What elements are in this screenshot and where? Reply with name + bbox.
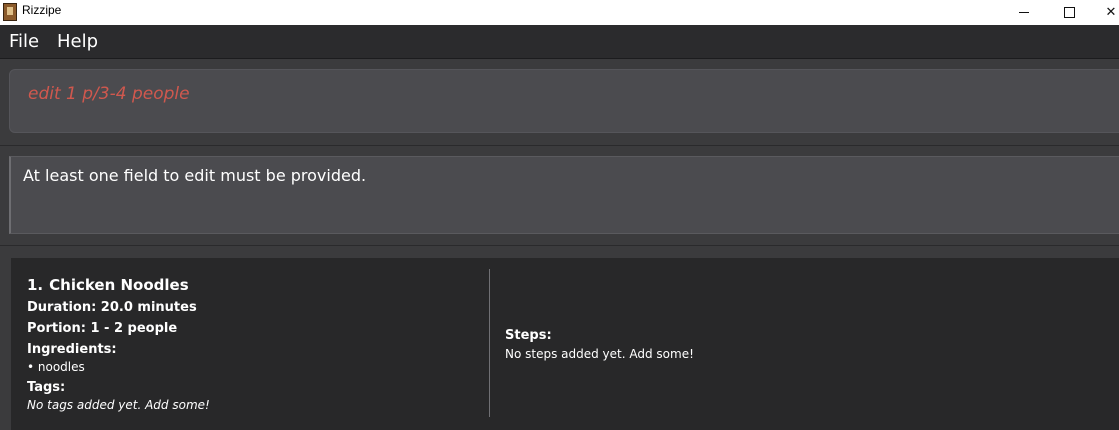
recipe-portion: Portion: 1 - 2 people (27, 321, 178, 336)
minimize-button[interactable] (1002, 0, 1046, 25)
recipe-index: 1. (27, 276, 44, 294)
menu-bar: File Help (0, 25, 1119, 59)
window-title: Rizzipe (22, 3, 62, 17)
recipe-card[interactable]: 1. Chicken Noodles Duration: 20.0 minutes… (11, 258, 1119, 430)
tags-empty-message: No tags added yet. Add some! (27, 398, 210, 412)
menu-file[interactable]: File (9, 31, 39, 52)
window-title-bar: Rizzipe ✕ (0, 0, 1119, 25)
recipe-details: 1. Chicken Noodles Duration: 20.0 minutes… (27, 276, 210, 412)
result-pane: At least one field to edit must be provi… (0, 146, 1119, 246)
minimize-icon (1019, 12, 1029, 13)
menu-help[interactable]: Help (57, 31, 98, 52)
recipe-duration: Duration: 20.0 minutes (27, 300, 197, 315)
command-input-text[interactable]: edit 1 p/3-4 people (28, 84, 190, 104)
close-icon: ✕ (1105, 5, 1117, 20)
steps-empty-message: No steps added yet. Add some! (505, 347, 694, 361)
steps-label: Steps: (505, 328, 552, 343)
result-display[interactable]: At least one field to edit must be provi… (9, 156, 1119, 234)
command-pane: edit 1 p/3-4 people (0, 59, 1119, 146)
column-divider (489, 269, 490, 417)
tags-label: Tags: (27, 380, 66, 395)
recipe-title: 1. Chicken Noodles (27, 276, 210, 294)
ingredients-label: Ingredients: (27, 342, 117, 357)
command-input[interactable]: edit 1 p/3-4 people (9, 69, 1119, 133)
recipe-list: 1. Chicken Noodles Duration: 20.0 minutes… (0, 246, 1119, 430)
recipe-name: Chicken Noodles (49, 276, 189, 294)
maximize-button[interactable] (1047, 0, 1091, 25)
recipe-book-icon (3, 3, 17, 21)
recipe-steps: Steps: No steps added yet. Add some! (505, 328, 694, 361)
ingredient-item: • noodles (27, 360, 85, 374)
result-message: At least one field to edit must be provi… (23, 166, 367, 185)
maximize-icon (1063, 7, 1075, 18)
close-button[interactable]: ✕ (1096, 0, 1119, 25)
